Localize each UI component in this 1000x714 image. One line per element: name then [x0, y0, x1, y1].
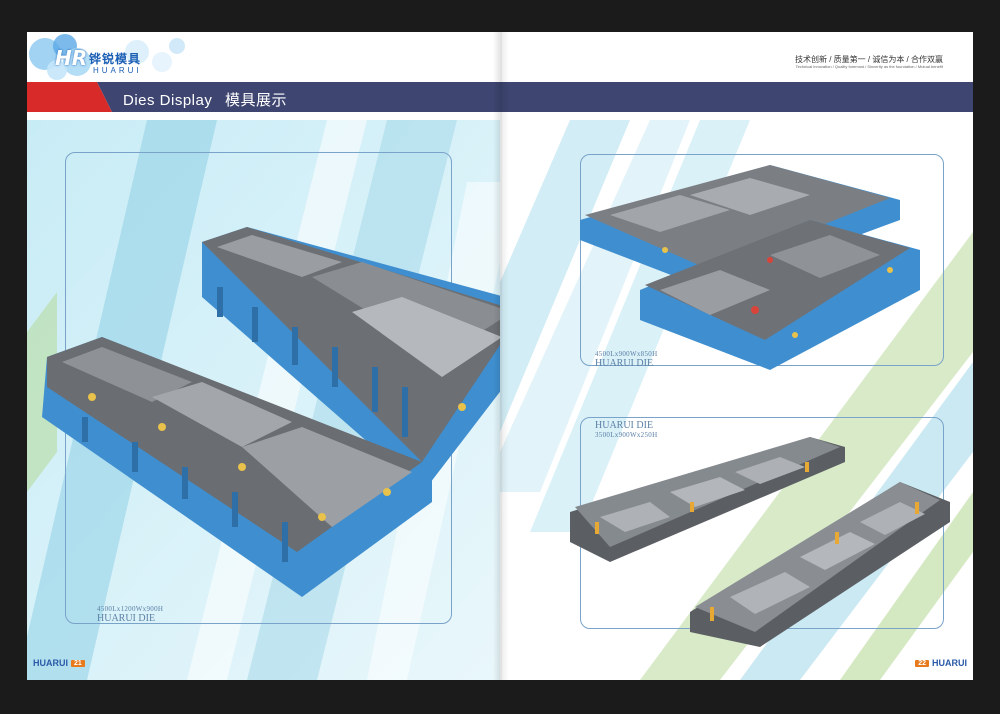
logo-en: HUARUI: [93, 66, 142, 75]
caption-large-die: 4500Lx1200Wx900H HUARUI DIE: [97, 605, 163, 624]
caption-dims: 4500Lx900Wx850H: [595, 350, 658, 358]
logo: HR 铧锐模具 HUARUI: [27, 32, 187, 84]
caption-name: HUARUI DIE: [595, 358, 654, 369]
caption-name: HUARUI DIE: [97, 613, 156, 624]
footer-page-left: 21: [71, 660, 85, 668]
logo-mark: HR: [55, 46, 88, 70]
page-number-left: HUARUI 21: [33, 658, 88, 668]
left-page: HR 铧锐模具 HUARUI Dies Display 模具展示 4500Lx1…: [27, 32, 500, 680]
caption-dims: 4500Lx1200Wx900H: [97, 605, 164, 613]
brochure-spread: HR 铧锐模具 HUARUI Dies Display 模具展示 4500Lx1…: [27, 32, 973, 680]
die-illustration-top: [580, 165, 920, 370]
section-title-en: Dies Display: [123, 92, 213, 109]
slogan-en: Technical innovation / Quality foremost …: [795, 64, 943, 69]
footer-brand-left: HUARUI: [33, 658, 68, 668]
right-page: 技术创新 / 质量第一 / 诚信为本 / 合作双赢 Technical inno…: [500, 32, 973, 680]
logo-cn: 铧锐模具: [89, 52, 142, 66]
footer-brand-right: HUARUI: [932, 658, 967, 668]
die-illustration-large: [42, 227, 500, 597]
page-number-right: 22 HUARUI: [912, 658, 967, 668]
caption-top-die: 4500Lx900Wx850H HUARUI DIE: [595, 350, 657, 369]
die-illustration-bottom: [570, 437, 950, 647]
caption-name: HUARUI DIE: [595, 420, 654, 431]
section-title-cn: 模具展示: [225, 92, 288, 109]
footer-page-right: 22: [915, 660, 929, 668]
section-title: Dies Display 模具展示: [123, 89, 287, 110]
header-band-right: [500, 82, 973, 112]
